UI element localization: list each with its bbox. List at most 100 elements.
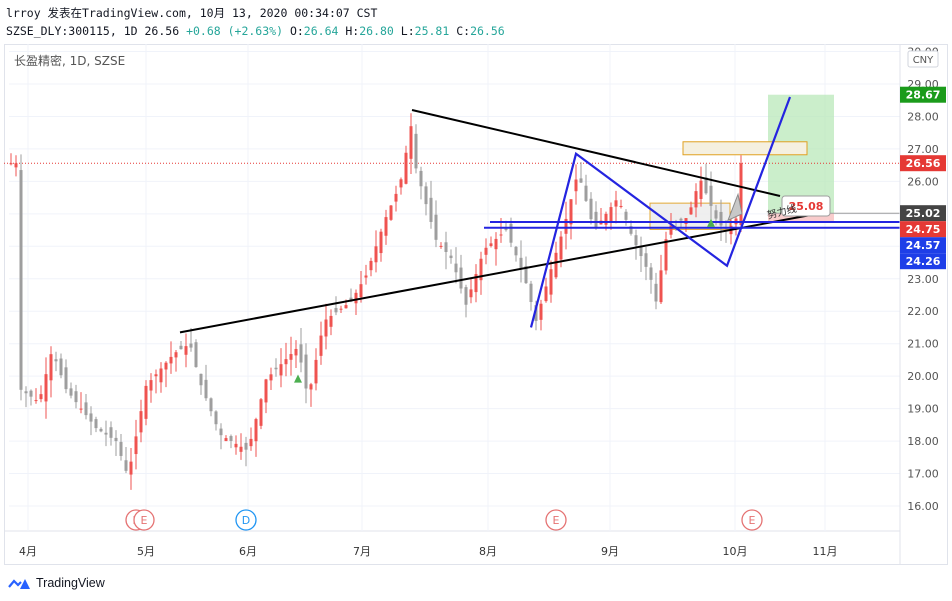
symbol-ohlc-row: SZSE_DLY:300115, 1D 26.56 +0.68 (+2.63%)…	[6, 24, 505, 38]
candle-body	[14, 163, 18, 168]
y-tick-label: 27.00	[907, 143, 939, 156]
low-label: L:	[400, 24, 415, 38]
candle-body	[514, 246, 518, 256]
candle-body	[459, 267, 463, 289]
candle-body	[499, 234, 503, 236]
candle-body	[39, 394, 43, 400]
highlight-box	[682, 141, 808, 156]
x-tick-label: 11月	[813, 545, 838, 558]
candle-body	[334, 307, 338, 313]
candle-body	[509, 223, 513, 243]
candle-body	[739, 163, 743, 226]
candle-body	[539, 303, 543, 320]
candle-body	[644, 253, 648, 267]
candle-body	[614, 200, 618, 207]
footer-brand: TradingView	[36, 576, 105, 590]
candle-body	[404, 152, 408, 184]
candle-body	[589, 198, 593, 220]
candle-body	[24, 391, 28, 394]
change: +0.68 (+2.63%)	[186, 24, 283, 38]
candle-body	[19, 170, 23, 390]
candle-body	[189, 343, 193, 348]
candle-body	[454, 263, 458, 273]
candle-body	[369, 260, 373, 271]
candle-body	[259, 399, 263, 426]
candle-body	[364, 275, 368, 278]
candle-body	[219, 428, 223, 436]
candle-body	[569, 199, 573, 225]
y-tick-label: 22.00	[907, 305, 939, 318]
candle-body	[74, 391, 78, 403]
footer[interactable]: TradingView	[8, 574, 105, 592]
candle-body	[714, 210, 718, 219]
candle-body	[529, 283, 533, 303]
candle-body	[269, 374, 273, 381]
candle-body	[379, 231, 383, 254]
price-label: 24.26	[906, 255, 941, 268]
candle-body	[54, 359, 58, 362]
candle-body	[109, 427, 113, 438]
candle-body	[239, 446, 243, 452]
candle-body	[554, 252, 558, 278]
price-chart[interactable]: 25.08努力线 16.0017.0018.0019.0020.0021.002…	[4, 44, 948, 565]
candle-body	[299, 344, 303, 363]
candle-body	[409, 126, 413, 159]
chart-frame[interactable]: 25.08 努力线 16.00 17.00 18.00 19.00 20.00 21.00 2…	[4, 44, 948, 565]
candle-body	[29, 390, 33, 397]
candle-body	[374, 246, 378, 263]
y-tick-label: 17.00	[907, 468, 939, 481]
x-tick-label: 6月	[239, 545, 257, 558]
y-tick-label: 23.00	[907, 273, 939, 286]
x-tick-label: 4月	[19, 545, 37, 558]
candle-body	[229, 436, 233, 441]
candle-body	[419, 170, 423, 187]
x-tick-label: 7月	[353, 545, 371, 558]
candle-body	[314, 359, 318, 384]
y-tick-label: 26.00	[907, 175, 939, 188]
event-marker-label: E	[553, 514, 560, 527]
close-value: 26.56	[470, 24, 505, 38]
currency-label: CNY	[913, 55, 934, 66]
candle-body	[494, 238, 498, 250]
high-value: 26.80	[359, 24, 394, 38]
x-tick-label: 10月	[723, 545, 748, 558]
candle-body	[579, 178, 583, 183]
candle-body	[669, 225, 673, 235]
candle-body	[484, 247, 488, 255]
candle-body	[44, 374, 48, 402]
candle-body	[329, 315, 333, 327]
candle-body	[354, 292, 358, 304]
price-label: 24.75	[906, 223, 941, 236]
candle-body	[194, 342, 198, 368]
candle-body	[344, 305, 348, 309]
candle-body	[154, 374, 158, 377]
x-tick-label: 8月	[479, 545, 497, 558]
candle-body	[264, 379, 268, 403]
candle-body	[659, 270, 663, 303]
candle-body	[254, 419, 258, 442]
candle-body	[519, 257, 523, 268]
close-label: C:	[456, 24, 471, 38]
candle-body	[619, 205, 623, 207]
candle-body	[444, 242, 448, 252]
y-tick-label: 18.00	[907, 435, 939, 448]
candle-body	[144, 385, 148, 419]
candle-body	[99, 428, 103, 432]
candle-body	[209, 398, 213, 412]
candle-body	[689, 207, 693, 215]
candle-body	[34, 400, 38, 402]
candle-body	[679, 218, 683, 221]
candle-body	[664, 239, 668, 271]
low-value: 25.81	[414, 24, 450, 38]
event-marker-label: D	[242, 514, 250, 527]
candle-body	[609, 207, 613, 222]
x-tick-label: 9月	[601, 545, 619, 558]
candle-body	[359, 284, 363, 298]
y-tick-label: 20.00	[907, 370, 939, 383]
candle-body	[9, 163, 13, 165]
high-label: H:	[345, 24, 360, 38]
candle-body	[204, 379, 208, 399]
candle-body	[384, 217, 388, 236]
last-price: 26.56	[144, 24, 180, 38]
candle-body	[149, 380, 153, 391]
